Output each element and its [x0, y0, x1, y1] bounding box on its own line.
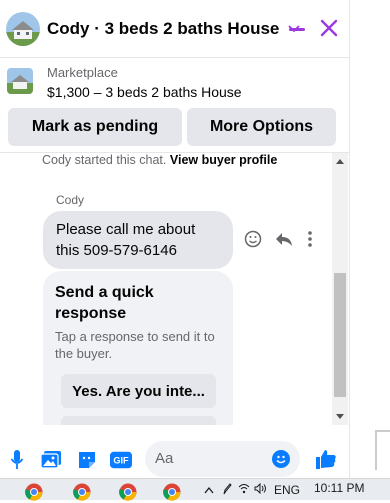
quick-response-option[interactable]: Yes. Are you inte...	[61, 374, 216, 408]
more-vertical-icon[interactable]	[308, 231, 312, 247]
emoji-icon[interactable]	[272, 450, 290, 468]
react-emoji-icon[interactable]	[244, 230, 262, 248]
scroll-down-arrow-icon[interactable]	[336, 414, 344, 419]
sticker-icon[interactable]	[76, 449, 98, 471]
chat-window: Cody · 3 beds 2 baths House Marketplace …	[0, 0, 350, 478]
mark-as-pending-button[interactable]: Mark as pending	[8, 108, 182, 146]
view-buyer-profile-link[interactable]: View buyer profile	[170, 153, 277, 167]
listing-title[interactable]: $1,300 – 3 beds 2 baths House	[47, 84, 242, 100]
quick-response-title: Send a quick response	[55, 284, 154, 322]
system-message-text: Cody started this chat.	[42, 153, 167, 167]
pen-icon[interactable]	[222, 483, 232, 498]
tray-chevron-up-icon[interactable]	[204, 483, 214, 497]
message-input-placeholder: Aa	[155, 450, 174, 467]
listing-label: Marketplace	[47, 65, 118, 80]
photo-icon[interactable]	[40, 449, 62, 471]
gif-icon[interactable]: GIF	[110, 449, 132, 471]
sender-name: Cody	[56, 193, 85, 207]
message-bubble[interactable]: Please call me about this 509-579-6146	[43, 211, 233, 269]
minimize-icon[interactable]	[289, 28, 305, 31]
close-icon[interactable]	[319, 18, 339, 38]
clock[interactable]: 10:11 PM	[314, 481, 364, 495]
language-indicator[interactable]: ENG	[274, 483, 300, 497]
reply-icon[interactable]	[274, 231, 294, 247]
microphone-icon[interactable]	[6, 449, 28, 471]
message-list[interactable]: Cody started this chat. View buyer profi…	[0, 153, 350, 425]
house-avatar[interactable]	[6, 11, 40, 46]
scrollbar-thumb[interactable]	[334, 273, 346, 397]
volume-icon[interactable]	[254, 482, 268, 497]
chat-title[interactable]: Cody · 3 beds 2 baths House	[47, 19, 279, 39]
svg-text:GIF: GIF	[113, 456, 129, 466]
side-panel-edge	[375, 430, 390, 470]
quick-response-card: Send a quick response Tap a response to …	[43, 271, 233, 425]
thumbs-up-icon[interactable]	[314, 447, 338, 471]
marketplace-listing[interactable]: Marketplace $1,300 – 3 beds 2 baths Hous…	[0, 60, 350, 104]
quick-response-option[interactable]	[61, 416, 216, 425]
quick-response-subtitle: Tap a response to send it to the buyer.	[55, 329, 215, 361]
more-options-button[interactable]: More Options	[187, 108, 336, 146]
system-message: Cody started this chat. View buyer profi…	[42, 153, 277, 167]
scrollbar[interactable]	[332, 153, 348, 425]
message-actions	[244, 230, 312, 248]
scroll-up-arrow-icon[interactable]	[336, 159, 344, 164]
listing-thumbnail[interactable]	[7, 68, 33, 94]
wifi-icon[interactable]	[238, 483, 250, 497]
